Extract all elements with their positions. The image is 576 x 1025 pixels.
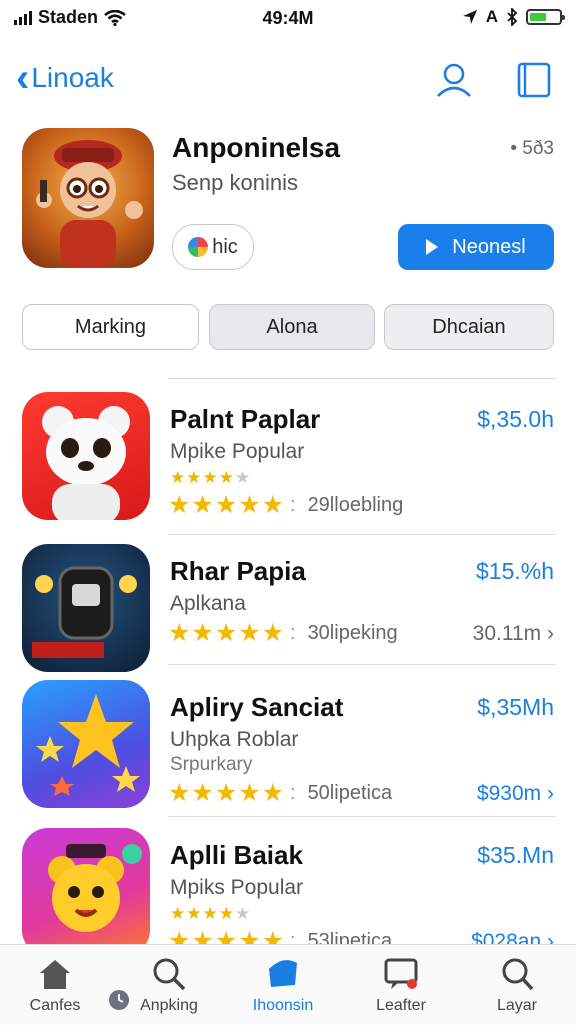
divider [168,664,556,665]
tab-label: Ihoonsin [252,997,314,1014]
app-icon [22,828,150,956]
bear-illustration [42,406,130,520]
message-icon [384,958,418,989]
app-price[interactable]: $15.%h [476,558,554,585]
app-row[interactable]: Apliry Sanciat $,35Mh Uhpka Roblar Srpur… [0,680,576,810]
mini-star-rating: ★★★★★ [170,468,252,487]
play-icon [426,239,439,255]
back-label: Linoak [31,62,114,93]
app-title: Aplli Baiak [170,840,303,870]
tab-profile[interactable]: Layar [462,951,572,1021]
get-button[interactable]: Neonesl [398,224,554,270]
star-rating: ★★★★★ [168,491,286,519]
location-icon [462,10,477,24]
app-icon [22,680,150,808]
search-icon [153,958,186,991]
app-row[interactable]: Rhar Papia $15.%h Aplkana ★★★★★ :30lipek… [0,544,576,674]
segment-dhcaian[interactable]: Dhcaian [384,304,554,350]
app-title: Palnt Paplar [170,404,321,434]
character-illustration [36,140,143,268]
app-subtitle: Mpike Popular [170,440,305,463]
hint-button-label: hic [212,235,238,258]
clock-icon [109,990,129,1010]
stars-illustration [36,694,140,796]
bookmark-icon[interactable] [514,60,554,100]
hint-button[interactable]: hic [172,224,254,270]
segmented-control: Marking Alona Dhcaian [22,304,554,352]
app-size: 30.11m › [472,622,554,645]
rating-count: :50lipetica [290,782,393,804]
device-illustration [32,566,137,658]
tab-home[interactable]: Canfes [0,951,110,1021]
status-right-text: A [485,7,498,26]
app-subtitle: Aplkana [170,592,246,615]
tab-messages[interactable]: Leafter [346,951,456,1021]
star-rating: ★★★★★ [168,779,286,807]
tab-bar: Canfes Anpking Ihoonsin Leafter Layar [0,944,576,1025]
bear-illustration [48,844,142,932]
mini-star-rating: ★★★★★ [170,904,252,923]
colorwheel-icon [188,237,209,257]
get-button-label: Neonesl [452,235,526,258]
featured-app-meta: • 5ð3 [510,138,554,159]
featured-icon [269,960,297,987]
profile-icon[interactable] [434,60,474,100]
rating-count: :29lloebling [290,494,404,516]
featured-app-title: Anponinelsa [172,132,341,163]
home-icon [40,960,70,989]
tab-label: Anpking [140,997,198,1014]
divider [168,816,556,817]
app-price[interactable]: $,35.0h [477,406,554,433]
featured-app: Anponinelsa Senp koninis • 5ð3 hic Neone… [22,128,554,278]
tab-label: Canfes [29,997,81,1014]
chevron-left-icon: ‹ [16,56,30,100]
tab-search[interactable]: Anpking [114,951,224,1021]
app-row[interactable]: Palnt Paplar $,35.0h Mpike Popular ★★★★★… [0,392,576,522]
divider [168,534,556,535]
chevron-right-icon: › [547,782,554,805]
battery-icon [526,9,565,25]
chevron-right-icon: › [547,622,554,645]
app-title: Rhar Papia [170,556,306,586]
tab-label: Leafter [376,997,426,1014]
search-icon [502,958,534,991]
tab-label: Layar [496,997,538,1014]
app-icon [22,544,150,672]
app-size: $930m › [476,782,554,805]
app-row[interactable]: Aplli Baiak $35.Mn Mpiks Popular ★★★★★ ★… [0,828,576,958]
app-title: Apliry Sanciat [170,692,344,722]
segment-marking[interactable]: Marking [22,304,199,350]
segment-alona[interactable]: Alona [209,304,375,350]
tab-featured[interactable]: Ihoonsin [228,951,338,1021]
app-price[interactable]: $,35Mh [477,694,554,721]
back-button[interactable]: ‹ Linoak [16,58,114,98]
status-bar: Staden 49:4M A [0,0,576,40]
app-subtitle-secondary: Srpurkary [170,754,253,775]
featured-app-icon[interactable] [22,128,154,268]
star-rating: ★★★★★ [168,619,286,647]
app-subtitle: Uhpka Roblar [170,728,299,751]
app-subtitle: Mpiks Popular [170,876,304,899]
bluetooth-icon [507,8,518,26]
featured-app-subtitle: Senp koninis [172,170,298,195]
app-icon [22,392,150,520]
status-right: A [462,7,565,27]
rating-count: :30lipeking [290,622,398,644]
divider [168,378,556,379]
navigation-bar: ‹ Linoak [0,54,576,104]
app-price[interactable]: $35.Mn [477,842,554,869]
